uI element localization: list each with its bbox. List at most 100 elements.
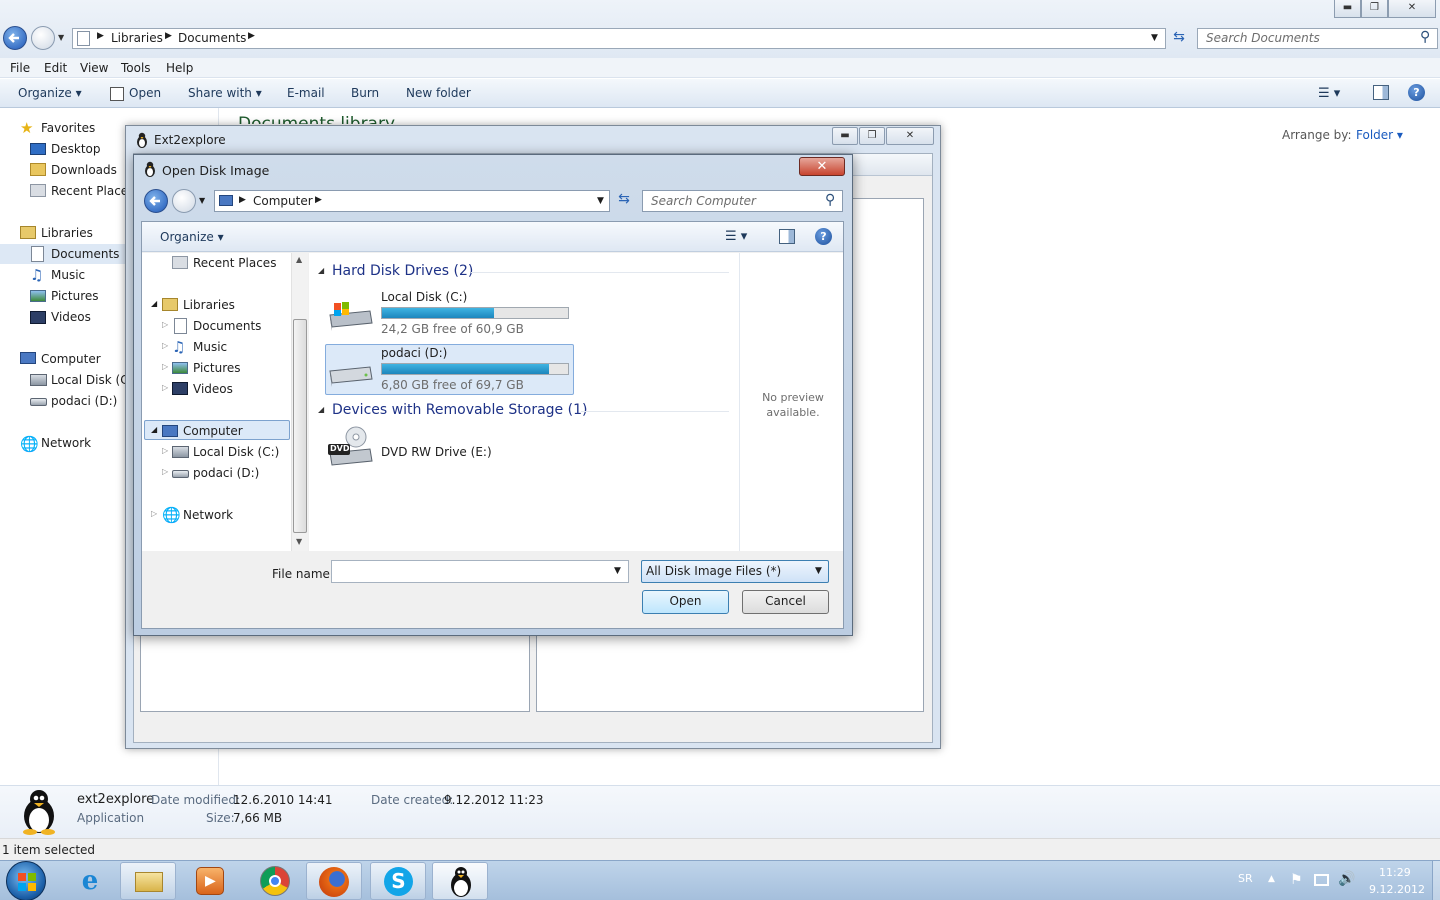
cancel-button[interactable]: Cancel [742,590,829,614]
dialog-tree-view[interactable]: Recent Places ◢ Libraries ▷ Documents ▷ … [142,253,308,551]
menu-view[interactable]: View [80,61,108,75]
language-indicator[interactable]: SR [1238,872,1253,885]
address-dropdown-icon[interactable]: ▼ [1151,33,1158,43]
tree-music[interactable]: Music [193,340,227,354]
nav-computer[interactable]: Computer [41,352,101,366]
new-folder-button[interactable]: New folder [406,86,471,100]
dialog-preview-pane-icon[interactable] [779,229,795,244]
show-desktop-button[interactable] [1432,861,1440,900]
clock-time[interactable]: 11:29 [1379,866,1411,879]
tree-recent-places[interactable]: Recent Places [193,256,276,270]
nav-recent-places[interactable]: Recent Places [51,184,134,198]
burn-button[interactable]: Burn [351,86,379,100]
group-collapse-icon[interactable]: ◢ [318,405,324,414]
nav-podaci[interactable]: podaci (D:) [51,394,117,408]
media-player-icon[interactable]: ▶ [196,867,224,895]
dialog-organize-button[interactable]: Organize ▾ [160,230,224,244]
search-box[interactable]: Search Documents ⚲ [1197,28,1438,49]
dialog-back-button[interactable] [144,189,168,213]
chrome-icon[interactable] [260,866,290,896]
tree-documents[interactable]: Documents [193,319,261,333]
search-icon[interactable]: ⚲ [825,192,835,208]
close-button[interactable]: ✕ [1388,0,1436,18]
dialog-breadcrumb-computer[interactable]: Computer [253,194,313,208]
breadcrumb-libraries[interactable]: Libraries [111,31,163,45]
drive-d-name[interactable]: podaci (D:) [381,346,447,360]
tree-computer[interactable]: Computer [183,424,243,438]
dialog-forward-button[interactable] [172,189,196,213]
dialog-file-list[interactable]: ◢ Hard Disk Drives (2) Local Disk (C:) 2… [309,253,739,551]
dialog-address-dropdown-icon[interactable]: ▼ [597,196,604,206]
file-name-dropdown-icon[interactable]: ▼ [614,566,621,576]
volume-icon[interactable]: 🔊 [1338,871,1355,887]
dvd-drive-name[interactable]: DVD RW Drive (E:) [381,445,492,459]
internet-explorer-icon[interactable]: e [75,866,105,896]
dialog-recent-icon[interactable]: ▼ [199,196,205,205]
collapsed-arrow-icon[interactable]: ▷ [162,320,168,329]
collapsed-arrow-icon[interactable]: ▷ [151,509,157,518]
tree-network[interactable]: Network [183,508,233,522]
share-with-button[interactable]: Share with ▾ [188,86,262,100]
scroll-up-icon[interactable]: ▲ [296,255,302,264]
filter-dropdown-icon[interactable]: ▼ [815,566,822,576]
dialog-view-options-icon[interactable]: ☰ ▾ [725,229,747,244]
email-button[interactable]: E-mail [287,86,325,100]
drive-c-name[interactable]: Local Disk (C:) [381,290,467,304]
arrange-by-dropdown[interactable]: Folder ▾ [1356,128,1403,142]
open-button[interactable]: Open [129,86,161,100]
taskbar-skype[interactable]: S [370,862,426,900]
dialog-help-icon[interactable]: ? [815,228,832,245]
nav-libraries[interactable]: Libraries [41,226,93,240]
refresh-icon[interactable]: ⇆ [1169,29,1189,49]
view-options-icon[interactable]: ☰ ▾ [1318,86,1340,101]
ext-minimize-button[interactable]: ▬ [832,127,858,145]
nav-network[interactable]: Network [41,436,91,450]
tree-podaci[interactable]: podaci (D:) [193,466,259,480]
dialog-address-bar[interactable]: ▶ Computer ▶ ▼ [214,190,610,212]
ext-close-button[interactable]: ✕ [886,127,934,145]
group-collapse-icon[interactable]: ◢ [318,266,324,275]
preview-pane-icon[interactable] [1373,85,1389,100]
collapsed-arrow-icon[interactable]: ▷ [162,341,168,350]
tree-libraries[interactable]: Libraries [183,298,235,312]
file-name-input[interactable]: ▼ [331,560,629,583]
nav-videos[interactable]: Videos [51,310,91,324]
search-icon[interactable]: ⚲ [1420,29,1430,45]
collapsed-arrow-icon[interactable]: ▷ [162,383,168,392]
nav-documents[interactable]: Documents [51,247,119,261]
organize-button[interactable]: Organize ▾ [18,86,82,100]
nav-music[interactable]: Music [51,268,85,282]
taskbar-ext2explore[interactable] [432,862,488,900]
action-center-flag-icon[interactable]: ⚑ [1290,872,1303,888]
address-bar[interactable]: ▶ Libraries ▶ Documents ▶ ▼ [72,28,1166,49]
nav-desktop[interactable]: Desktop [51,142,101,156]
collapsed-arrow-icon[interactable]: ▷ [162,446,168,455]
menu-file[interactable]: File [10,61,30,75]
taskbar-firefox[interactable] [306,862,362,900]
forward-button[interactable] [31,26,55,50]
expanded-arrow-icon[interactable]: ◢ [151,425,157,434]
collapsed-arrow-icon[interactable]: ▷ [162,362,168,371]
clock-date[interactable]: 9.12.2012 [1369,883,1425,896]
collapsed-arrow-icon[interactable]: ▷ [162,467,168,476]
network-tray-icon[interactable] [1314,874,1329,886]
nav-downloads[interactable]: Downloads [51,163,117,177]
recent-pages-icon[interactable]: ▼ [58,33,64,42]
start-button[interactable] [6,861,46,900]
taskbar-explorer[interactable] [120,862,176,900]
dialog-refresh-icon[interactable]: ⇆ [613,191,635,211]
expanded-arrow-icon[interactable]: ◢ [151,299,157,308]
ext-maximize-button[interactable]: ❐ [859,127,885,145]
back-button[interactable] [3,26,27,50]
help-icon[interactable]: ? [1408,84,1425,101]
file-type-filter[interactable]: All Disk Image Files (*) ▼ [641,560,829,583]
tree-scrollbar[interactable]: ▲ ▼ [291,253,308,551]
minimize-button[interactable]: ▬ [1334,0,1361,18]
nav-favorites[interactable]: Favorites [41,121,95,135]
open-button[interactable]: Open [642,590,729,614]
tree-local-disk[interactable]: Local Disk (C:) [193,445,279,459]
dialog-close-button[interactable]: ✕ [799,157,845,176]
scroll-thumb[interactable] [293,319,307,533]
menu-edit[interactable]: Edit [44,61,67,75]
maximize-button[interactable]: ❐ [1361,0,1388,18]
